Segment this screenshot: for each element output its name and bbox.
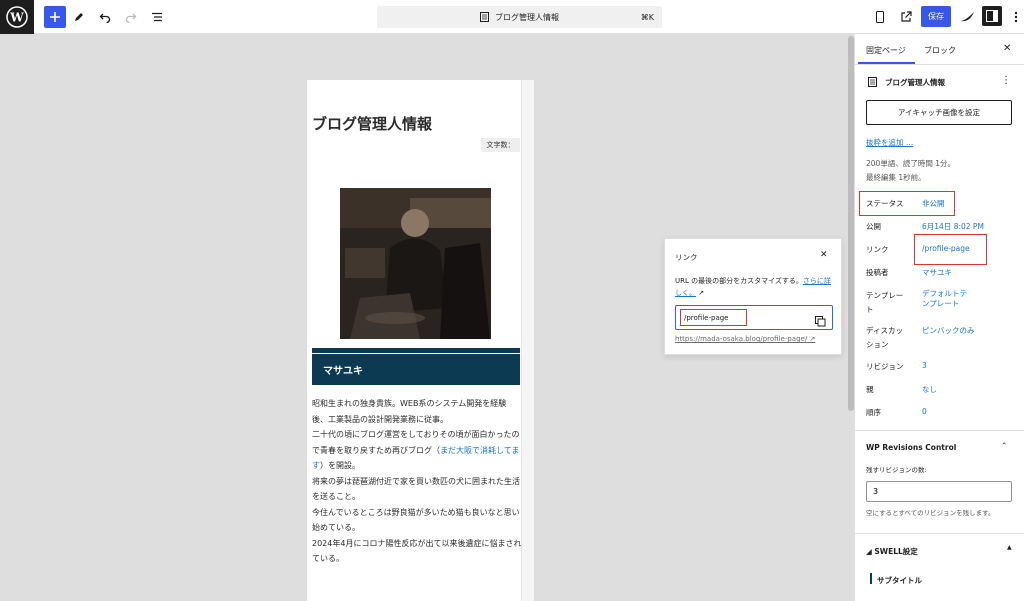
full-permalink-link[interactable]: https://mada-osaka.blog/profile-page/ ↗ (675, 335, 815, 343)
status-value[interactable]: 非公開 (922, 198, 945, 209)
bio-paragraph: 二十代の頃にブログ運営をしておりその頃が面白かったので青春を取り戻すため再びブロ… (312, 427, 522, 474)
heading-text: マサユキ (323, 366, 363, 377)
last-edited-text: 最終編集 1秒前。 (866, 173, 926, 182)
bio-text-segment: ）を開設。 (320, 461, 360, 470)
document-title: ブログ管理人情報 (495, 12, 559, 22)
close-sidebar-icon[interactable]: ✕ (1003, 43, 1011, 54)
mobile-preview-icon[interactable] (869, 6, 891, 28)
rev-help-text: 空にするとすべてのリビジョンを残します。 (866, 509, 995, 517)
active-tab-indicator (858, 62, 915, 64)
order-label: 順序 (866, 408, 881, 417)
collapse-icon[interactable]: ▲ (1007, 544, 1012, 551)
svg-text:W: W (9, 11, 24, 25)
close-icon[interactable]: ✕ (820, 250, 828, 260)
char-count-label: 文字数： (481, 138, 520, 152)
rev-keep-label: 残すリビジョンの数: (866, 466, 927, 474)
settings-sidebar: 固定ページ ブロック ✕ ブログ管理人情報 ⋮ アイキャッチ画像を設定 抜粋を追… (854, 34, 1024, 601)
add-excerpt-link[interactable]: 抜粋を追加 … (866, 137, 913, 148)
link-value[interactable]: /profile-page (922, 244, 970, 253)
bio-paragraph: 将来の夢は琵琶湖付近で家を買い数匹の犬に囲まれた生活を送ること。 (312, 476, 520, 502)
slug-field[interactable] (675, 305, 833, 330)
link-label: リンク (866, 245, 889, 254)
swell-settings-label: SWELL設定 (874, 547, 918, 556)
sidebar-tabs: 固定ページ ブロック ✕ (855, 34, 1024, 65)
author-label: 投稿者 (866, 268, 889, 277)
status-label: ステータス (866, 199, 904, 208)
top-toolbar: W ブログ管理人情報 ⌘K 保存 (0, 0, 1024, 34)
parent-label: 親 (866, 385, 874, 394)
swell-settings-title[interactable]: ◢ SWELL設定 (866, 546, 918, 557)
document-title-bar[interactable]: ブログ管理人情報 ⌘K (377, 6, 662, 28)
bio-paragraph: 今住んでいるところは野良猫が多いため猫も良いなと思い始めている。 (312, 507, 520, 533)
section-divider (855, 430, 1024, 431)
popover-desc-text: URL の最後の部分をカスタマイズする。 (675, 277, 803, 285)
publish-value[interactable]: 6月14日 8:02 PM (922, 221, 984, 232)
permalink-text: https://mada-osaka.blog/profile-page/ (675, 335, 808, 343)
subtitle-label: サブタイトル (877, 576, 922, 585)
settings-sidebar-toggle[interactable] (982, 6, 1002, 26)
discussion-label-line1: ディスカッ (866, 326, 903, 335)
tab-block[interactable]: ブロック (924, 45, 956, 56)
revisions-value[interactable]: 3 (922, 361, 927, 370)
page-preview[interactable]: ブログ管理人情報 文字数： マサユキ 昭和生まれの独身貴族。WEB系のシステム開… (307, 80, 534, 601)
tab-page[interactable]: 固定ページ (866, 45, 906, 56)
profile-photo[interactable] (340, 188, 491, 339)
wp-revisions-title[interactable]: WP Revisions Control (866, 443, 956, 452)
discussion-label-line2: ション (866, 340, 889, 349)
document-overview-icon[interactable] (146, 6, 168, 28)
bio-paragraph: 2024年4月にコロナ陽性反応が出て以来後遺症に悩まされている。 (312, 538, 522, 564)
add-block-button[interactable] (44, 6, 66, 28)
bio-text[interactable]: 昭和生まれの独身貴族。WEB系のシステム開発を経験後、工業製品の設計開発業務に従… (312, 396, 522, 567)
page-side-strip (521, 80, 534, 601)
copy-icon[interactable] (815, 312, 826, 331)
page-title[interactable]: ブログ管理人情報 (312, 113, 432, 134)
template-value-line2[interactable]: ンプレート (922, 298, 959, 309)
undo-icon[interactable] (94, 6, 116, 28)
external-link-icon: ↗ (698, 289, 705, 297)
popover-description: URL の最後の部分をカスタマイズする。さらに詳しく。 ↗ (675, 275, 835, 299)
chevron-up-icon[interactable]: ⌃ (1001, 441, 1007, 450)
redo-icon[interactable] (120, 6, 142, 28)
section-divider (855, 533, 1024, 534)
slug-input[interactable] (680, 309, 747, 326)
order-value[interactable]: 0 (922, 407, 927, 416)
options-menu-icon[interactable] (1005, 6, 1024, 28)
save-button[interactable]: 保存 (921, 6, 951, 27)
revisions-label: リビジョン (866, 362, 904, 371)
wordpress-logo-icon[interactable]: W (0, 0, 34, 34)
author-value[interactable]: マサユキ (922, 267, 952, 278)
set-featured-image-button[interactable]: アイキャッチ画像を設定 (866, 100, 1012, 125)
page-icon (480, 12, 489, 22)
heading-block[interactable]: マサユキ (312, 348, 520, 385)
bio-paragraph: 昭和生まれの独身貴族。WEB系のシステム開発を経験後、工業製品の設計開発業務に従… (312, 399, 507, 424)
command-shortcut: ⌘K (640, 12, 654, 22)
tools-pencil-icon[interactable] (68, 6, 90, 28)
rev-keep-input[interactable] (866, 481, 1012, 502)
page-icon (868, 77, 877, 89)
word-count-text: 200単語、読了時間 1分。 (866, 159, 955, 168)
template-label-line1: テンプレー (866, 291, 904, 300)
view-page-external-icon[interactable] (895, 6, 917, 28)
discussion-value[interactable]: ピンバックのみ (922, 325, 975, 336)
publish-label: 公開 (866, 222, 881, 231)
link-popover: リンク ✕ URL の最後の部分をカスタマイズする。さらに詳しく。 ↗ http… (664, 238, 842, 355)
swell-logo-icon[interactable] (956, 6, 978, 28)
popover-title: リンク (675, 253, 698, 262)
parent-value[interactable]: なし (922, 384, 937, 395)
template-label-line2: ト (866, 305, 874, 314)
more-options-icon[interactable]: ⋮ (1001, 75, 1011, 86)
subtitle-accent-bar (870, 573, 872, 584)
sidebar-doc-title: ブログ管理人情報 (885, 78, 945, 87)
